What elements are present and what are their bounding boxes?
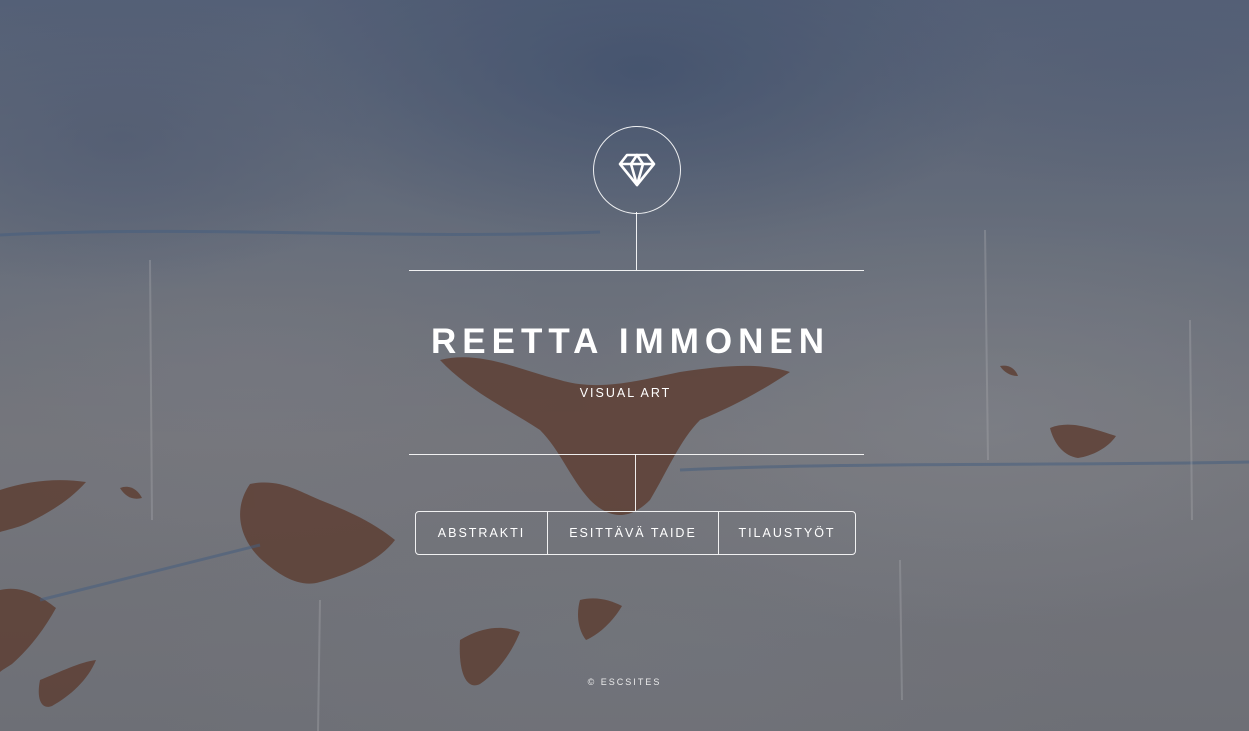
page-title: REETTA IMMONEN — [431, 322, 830, 361]
nav-item-tilaustyot[interactable]: TILAUSTYÖT — [718, 512, 855, 554]
connector-top — [636, 212, 637, 270]
page-subtitle: VISUAL ART — [579, 386, 672, 400]
main-nav: ABSTRAKTI ESITTÄVÄ TAIDE TILAUSTYÖT — [415, 511, 856, 555]
background-overlay — [0, 0, 1249, 731]
footer-credit: © ESCSITES — [587, 677, 662, 687]
connector-bottom — [635, 454, 636, 511]
diamond-icon — [618, 153, 656, 187]
nav-item-esittava-taide[interactable]: ESITTÄVÄ TAIDE — [547, 512, 718, 554]
divider-top — [409, 270, 864, 271]
nav-item-abstrakti[interactable]: ABSTRAKTI — [416, 512, 547, 554]
divider-bottom — [409, 454, 864, 455]
logo-emblem[interactable] — [593, 126, 681, 214]
